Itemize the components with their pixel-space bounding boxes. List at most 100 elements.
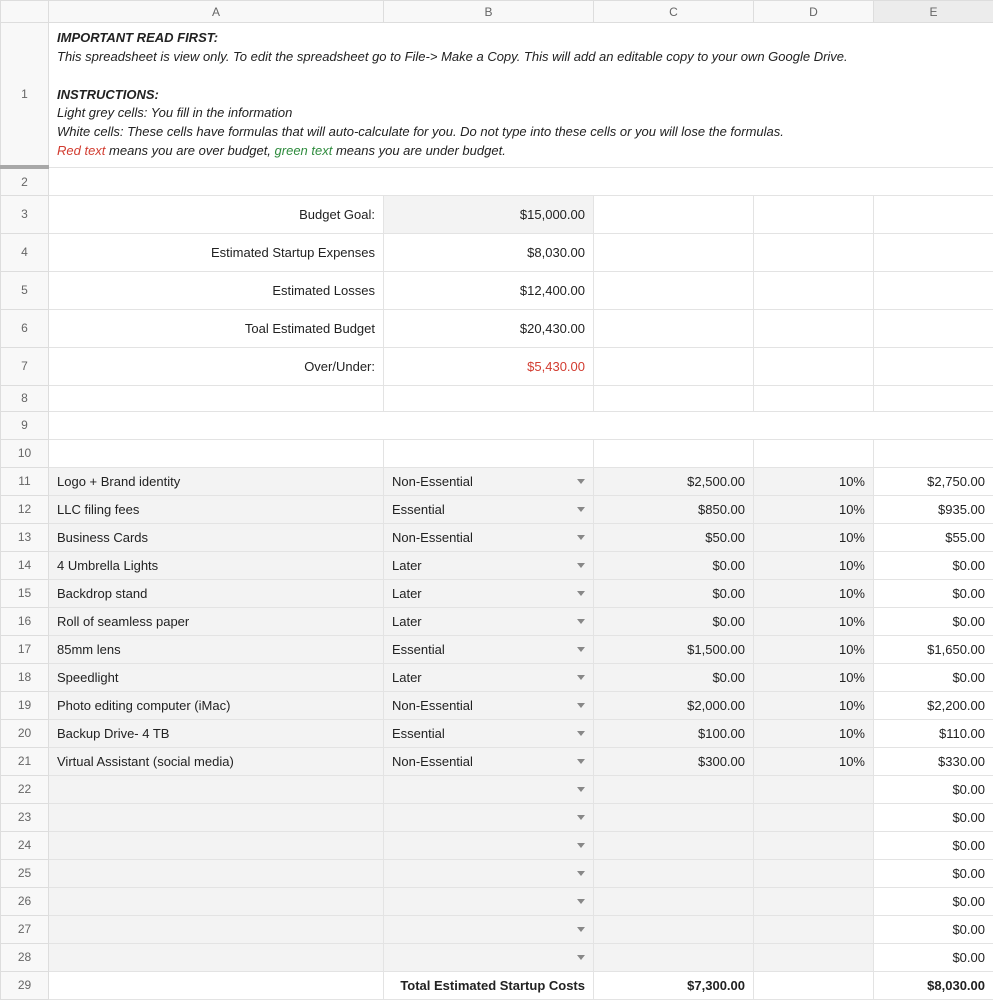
row-header-7[interactable]: 7 <box>1 347 49 385</box>
col-header-c[interactable]: C <box>594 1 754 23</box>
expense-total[interactable]: $0.00 <box>874 887 993 915</box>
expense-budget[interactable] <box>594 887 754 915</box>
cell-a8[interactable] <box>49 385 384 411</box>
expense-category-dropdown[interactable]: Non-Essential <box>384 467 594 495</box>
expense-category-dropdown[interactable] <box>384 915 594 943</box>
header-budget[interactable]: Budget <box>594 439 754 467</box>
header-category[interactable]: Category <box>384 439 594 467</box>
cell-c4[interactable] <box>594 233 754 271</box>
expense-category-dropdown[interactable]: Essential <box>384 719 594 747</box>
row-header-2[interactable]: 2 <box>1 167 49 195</box>
expense-padding[interactable]: 10% <box>754 635 874 663</box>
expense-total[interactable]: $330.00 <box>874 747 993 775</box>
row-header-8[interactable]: 8 <box>1 385 49 411</box>
expense-budget[interactable]: $0.00 <box>594 551 754 579</box>
row-header-3[interactable]: 3 <box>1 195 49 233</box>
expense-padding[interactable]: 10% <box>754 495 874 523</box>
expense-category-dropdown[interactable]: Non-Essential <box>384 691 594 719</box>
cell-a29[interactable] <box>49 971 384 999</box>
row-header-23[interactable]: 23 <box>1 803 49 831</box>
expense-total[interactable]: $1,650.00 <box>874 635 993 663</box>
expense-name[interactable]: 85mm lens <box>49 635 384 663</box>
expense-category-dropdown[interactable] <box>384 775 594 803</box>
row-header-20[interactable]: 20 <box>1 719 49 747</box>
summary-label[interactable]: Estimated Startup Expenses <box>49 233 384 271</box>
row-header-1[interactable]: 1 <box>1 23 49 168</box>
expense-budget[interactable]: $2,500.00 <box>594 467 754 495</box>
expense-total[interactable]: $0.00 <box>874 663 993 691</box>
expense-padding[interactable] <box>754 887 874 915</box>
cell-e3[interactable] <box>874 195 993 233</box>
expense-budget[interactable]: $0.00 <box>594 663 754 691</box>
expense-category-dropdown[interactable]: Essential <box>384 495 594 523</box>
expense-budget[interactable] <box>594 775 754 803</box>
row-header-11[interactable]: 11 <box>1 467 49 495</box>
summary-label[interactable]: Budget Goal: <box>49 195 384 233</box>
row-header-10[interactable]: 10 <box>1 439 49 467</box>
expense-name[interactable]: Roll of seamless paper <box>49 607 384 635</box>
row-header-25[interactable]: 25 <box>1 859 49 887</box>
expense-padding[interactable] <box>754 775 874 803</box>
row-header-29[interactable]: 29 <box>1 971 49 999</box>
expense-total[interactable]: $0.00 <box>874 775 993 803</box>
row-header-13[interactable]: 13 <box>1 523 49 551</box>
spreadsheet-grid[interactable]: A B C D E 1 IMPORTANT READ FIRST: This s… <box>0 0 993 1000</box>
expense-total[interactable]: $0.00 <box>874 803 993 831</box>
expense-name[interactable]: Business Cards <box>49 523 384 551</box>
col-header-a[interactable]: A <box>49 1 384 23</box>
expense-name[interactable] <box>49 943 384 971</box>
row-header-27[interactable]: 27 <box>1 915 49 943</box>
expense-total[interactable]: $110.00 <box>874 719 993 747</box>
expense-name[interactable]: Logo + Brand identity <box>49 467 384 495</box>
summary-value[interactable]: $20,430.00 <box>384 309 594 347</box>
expense-budget[interactable]: $100.00 <box>594 719 754 747</box>
cell-c7[interactable] <box>594 347 754 385</box>
expense-name[interactable] <box>49 887 384 915</box>
cell-e4[interactable] <box>874 233 993 271</box>
cell-d8[interactable] <box>754 385 874 411</box>
expense-padding[interactable]: 10% <box>754 663 874 691</box>
row-header-9[interactable]: 9 <box>1 411 49 439</box>
row-header-6[interactable]: 6 <box>1 309 49 347</box>
cell-d5[interactable] <box>754 271 874 309</box>
expense-total[interactable]: $2,200.00 <box>874 691 993 719</box>
expense-budget[interactable]: $0.00 <box>594 607 754 635</box>
cell-e7[interactable] <box>874 347 993 385</box>
expense-budget[interactable]: $1,500.00 <box>594 635 754 663</box>
expense-total[interactable]: $0.00 <box>874 915 993 943</box>
header-total[interactable]: Total <box>874 439 993 467</box>
expense-total[interactable]: $0.00 <box>874 943 993 971</box>
section-title-expenses[interactable]: Startup Expenses <box>49 411 993 439</box>
cell-e8[interactable] <box>874 385 993 411</box>
cell-c5[interactable] <box>594 271 754 309</box>
expense-name[interactable]: 4 Umbrella Lights <box>49 551 384 579</box>
expense-total[interactable]: $0.00 <box>874 579 993 607</box>
expense-category-dropdown[interactable]: Essential <box>384 635 594 663</box>
row-header-15[interactable]: 15 <box>1 579 49 607</box>
expense-budget[interactable]: $50.00 <box>594 523 754 551</box>
cell-d4[interactable] <box>754 233 874 271</box>
corner-cell[interactable] <box>1 1 49 23</box>
totals-budget[interactable]: $7,300.00 <box>594 971 754 999</box>
expense-category-dropdown[interactable] <box>384 831 594 859</box>
expense-category-dropdown[interactable]: Later <box>384 579 594 607</box>
expense-category-dropdown[interactable]: Non-Essential <box>384 523 594 551</box>
expense-name[interactable] <box>49 831 384 859</box>
expense-category-dropdown[interactable]: Later <box>384 607 594 635</box>
expense-padding[interactable]: 10% <box>754 551 874 579</box>
expense-name[interactable] <box>49 859 384 887</box>
expense-padding[interactable] <box>754 943 874 971</box>
expense-budget[interactable]: $850.00 <box>594 495 754 523</box>
cell-d29[interactable] <box>754 971 874 999</box>
expense-category-dropdown[interactable] <box>384 887 594 915</box>
expense-padding[interactable]: 10% <box>754 579 874 607</box>
cell-e6[interactable] <box>874 309 993 347</box>
row-header-16[interactable]: 16 <box>1 607 49 635</box>
expense-padding[interactable] <box>754 915 874 943</box>
expense-total[interactable]: $0.00 <box>874 831 993 859</box>
cell-d7[interactable] <box>754 347 874 385</box>
expense-name[interactable]: Speedlight <box>49 663 384 691</box>
cell-d6[interactable] <box>754 309 874 347</box>
summary-value[interactable]: $12,400.00 <box>384 271 594 309</box>
summary-label[interactable]: Toal Estimated Budget <box>49 309 384 347</box>
